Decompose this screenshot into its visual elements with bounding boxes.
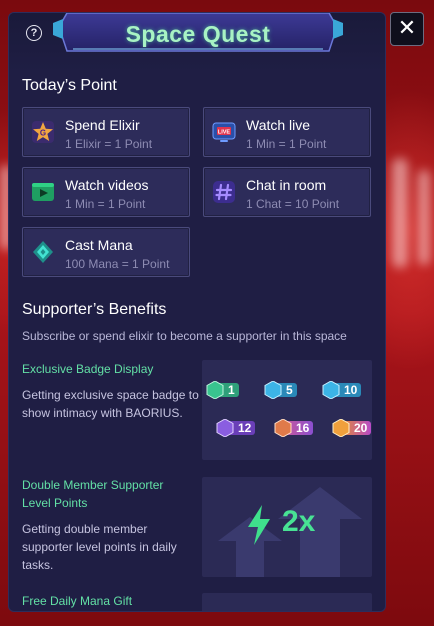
badge-hex-icon <box>206 381 224 399</box>
task-rate: 1 Chat = 10 Point <box>246 197 340 211</box>
badge-showcase: 1 5 10 12 16 20 <box>202 360 372 460</box>
badge-hex-icon <box>322 381 340 399</box>
task-chat-in-room[interactable]: Chat in room 1 Chat = 10 Point <box>203 167 371 217</box>
task-rate: 1 Min = 1 Point <box>246 137 327 151</box>
task-rate: 1 Min = 1 Point <box>65 197 146 211</box>
badge-hex-icon <box>274 419 292 437</box>
badge-hex-icon <box>264 381 282 399</box>
task-cast-mana[interactable]: Cast Mana 100 Mana = 1 Point <box>22 227 190 277</box>
task-rate: 100 Mana = 1 Point <box>65 257 170 271</box>
benefit-title: Free Daily Mana Gift <box>22 594 133 608</box>
task-title: Cast Mana <box>65 237 133 253</box>
mana-diamond-icon <box>33 241 53 263</box>
background-glyph <box>392 158 408 268</box>
task-title: Watch live <box>246 117 311 133</box>
background-glyph <box>418 170 430 265</box>
badge-hex-icon <box>216 419 234 437</box>
task-rate: 1 Elixir = 1 Point <box>65 137 153 151</box>
badge-hex-icon <box>332 419 350 437</box>
benefit-title: Exclusive Badge Display <box>22 362 154 376</box>
svg-text:G: G <box>40 129 46 138</box>
lightning-icon <box>248 505 270 545</box>
task-title: Chat in room <box>246 177 327 193</box>
hashtag-icon <box>213 181 235 203</box>
task-title: Watch videos <box>65 177 149 193</box>
panel-title: Space Quest <box>125 21 271 47</box>
close-icon: ✕ <box>397 15 417 40</box>
benefit-description: Getting exclusive space badge to show in… <box>22 388 199 420</box>
close-button[interactable]: ✕ <box>390 12 424 46</box>
todays-point-heading: Today’s Point <box>22 77 117 94</box>
supporters-benefits-heading: Supporter’s Benefits <box>22 301 167 318</box>
task-watch-live[interactable]: LIVE Watch live 1 Min = 1 Point <box>203 107 371 157</box>
video-play-icon <box>32 183 54 201</box>
live-tv-icon: LIVE <box>212 122 236 142</box>
benefit-title: Double Member Supporter Level Points <box>22 478 164 510</box>
benefits-subtitle: Subscribe or spend elixir to become a su… <box>22 329 347 343</box>
multiplier-label: 2x <box>282 505 316 538</box>
task-title: Spend Elixir <box>65 117 140 133</box>
task-spend-elixir[interactable]: G Spend Elixir 1 Elixir = 1 Point <box>22 107 190 157</box>
double-points-illustration: 2x <box>202 477 372 577</box>
help-icon[interactable]: ? <box>26 25 42 41</box>
svg-text:LIVE: LIVE <box>218 130 231 136</box>
space-quest-panel: ? Space Quest Today’s Point G Spend Elix… <box>8 12 386 612</box>
elixir-star-icon: G <box>32 121 54 143</box>
benefit-description: Getting double member supporter level po… <box>22 522 177 572</box>
task-watch-videos[interactable]: Watch videos 1 Min = 1 Point <box>22 167 190 217</box>
mana-gift-illustration <box>202 593 372 611</box>
